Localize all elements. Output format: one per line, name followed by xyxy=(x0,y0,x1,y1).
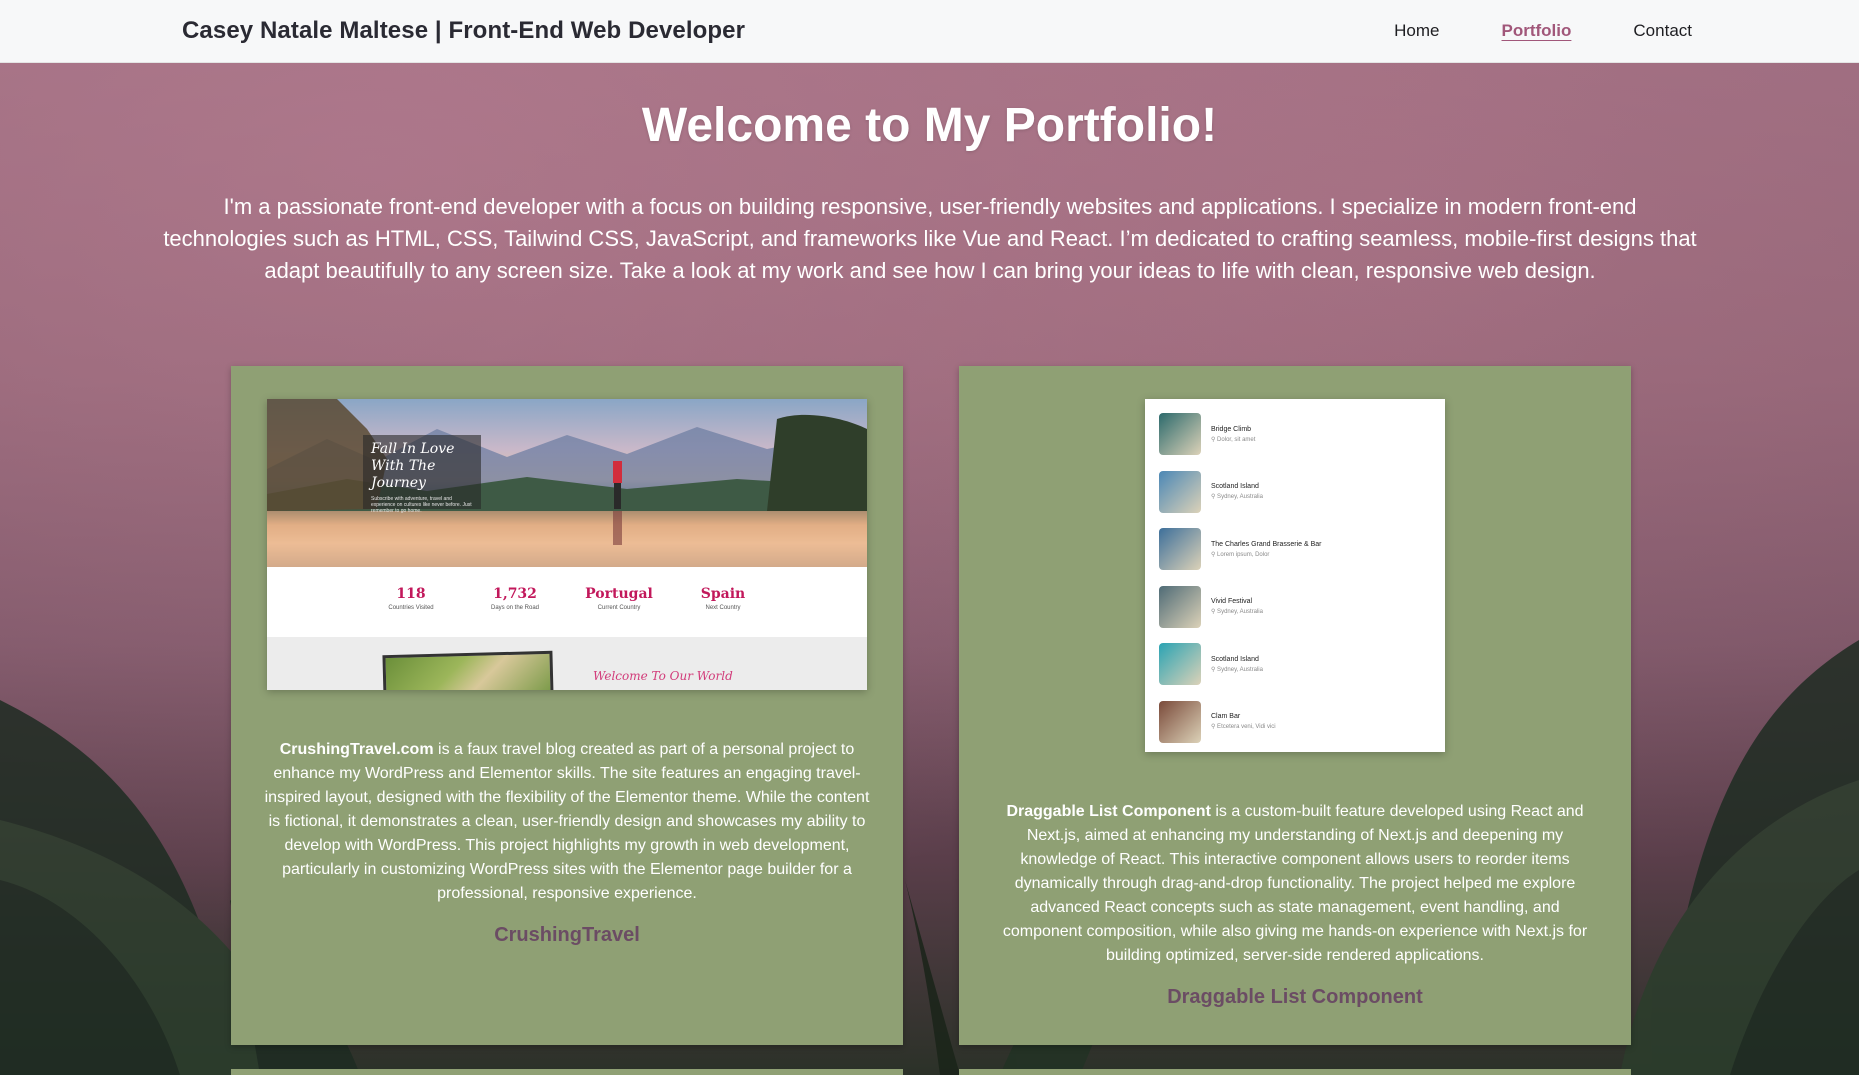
top-navbar: Casey Natale Maltese | Front-End Web Dev… xyxy=(0,0,1859,63)
intro-text: I'm a passionate front-end developer wit… xyxy=(163,194,1697,283)
list-item-location: ⚲ Lorem ipsum, Dolor xyxy=(1211,551,1270,558)
nav-link-portfolio[interactable]: Portfolio xyxy=(1502,21,1572,41)
draggable-list-item[interactable]: Bridge Climb ⚲ Dolor, sit amet xyxy=(1159,413,1429,455)
draggable-list-item[interactable]: Scotland Island ⚲ Sydney, Australia xyxy=(1159,643,1429,685)
stat-next-country: Spain Next Country xyxy=(700,586,746,611)
project-description-text: is a faux travel blog created as part of… xyxy=(264,741,870,902)
project-description: CrushingTravel.com is a faux travel blog… xyxy=(263,738,871,906)
list-item-location: ⚲ Sydney, Australia xyxy=(1211,494,1263,500)
crushingtravel-preview-image[interactable]: Fall In Love With The Journey Subscribe … xyxy=(267,399,867,690)
list-item-name: Scotland Island xyxy=(1211,483,1259,490)
stat-countries: 118 Countries Visited xyxy=(388,586,434,611)
list-item-name: Vivid Festival xyxy=(1211,598,1253,605)
next-project-card-edge xyxy=(231,1069,903,1075)
site-brand[interactable]: Casey Natale Maltese | Front-End Web Dev… xyxy=(182,17,745,45)
mountains-illustration xyxy=(267,399,867,567)
welcome-heading: Welcome To Our World xyxy=(593,669,733,683)
project-card-crushingtravel: Fall In Love With The Journey Subscribe … xyxy=(231,366,903,1045)
list-item-name: Bridge Climb xyxy=(1211,425,1252,433)
travel-photo xyxy=(382,650,554,690)
list-item-thumbnail xyxy=(1159,643,1201,685)
list-item-thumbnail xyxy=(1159,470,1201,513)
draggable-list-item[interactable]: Scotland Island ⚲ Sydney, Australia xyxy=(1159,470,1429,513)
travel-hero-caption: Fall In Love With The Journey Subscribe … xyxy=(363,435,481,514)
next-project-card-edge xyxy=(959,1069,1631,1075)
nav-link-contact[interactable]: Contact xyxy=(1633,21,1692,41)
list-item-name: Clam Bar xyxy=(1211,713,1241,720)
project-name-bold: CrushingTravel.com xyxy=(279,741,434,758)
travel-welcome-section: Welcome To Our World xyxy=(267,637,867,690)
list-item-location: ⚲ Sydney, Australia xyxy=(1211,666,1263,673)
list-item-location: ⚲ Etcetera veni, Vidi vici xyxy=(1211,724,1276,730)
list-item-thumbnail xyxy=(1159,585,1201,628)
list-item-name: The Charles Grand Brasserie & Bar xyxy=(1211,540,1322,548)
draggable-list-item[interactable]: Clam Bar ⚲ Etcetera veni, Vidi vici xyxy=(1159,700,1429,743)
list-item-thumbnail xyxy=(1159,700,1201,743)
project-description: Draggable List Component is a custom-bui… xyxy=(991,800,1599,968)
project-description-text: is a custom-built feature developed usin… xyxy=(1002,803,1588,964)
project-link-draggable-list[interactable]: Draggable List Component xyxy=(959,986,1631,1009)
stat-current-country: Portugal Current Country xyxy=(585,586,653,611)
main-nav: Home Portfolio Contact xyxy=(1394,21,1692,41)
list-item-location: ⚲ Sydney, Australia xyxy=(1211,609,1263,615)
nav-link-home[interactable]: Home xyxy=(1394,21,1439,41)
travel-stats: 118 Countries Visited 1,732 Days on the … xyxy=(267,567,867,637)
draggable-list-item[interactable]: The Charles Grand Brasserie & Bar ⚲ Lorem… xyxy=(1159,528,1429,570)
list-item-thumbnail xyxy=(1159,528,1201,570)
list-item-name: Scotland Island xyxy=(1211,655,1259,663)
draggable-list-item[interactable]: Vivid Festival ⚲ Sydney, Australia xyxy=(1159,585,1429,628)
list-item-thumbnail xyxy=(1159,413,1201,455)
project-card-draggable-list: Bridge Climb ⚲ Dolor, sit amet Scotland Is… xyxy=(959,366,1631,1045)
draggable-list-preview-image[interactable]: Bridge Climb ⚲ Dolor, sit amet Scotland Is… xyxy=(1145,399,1445,752)
stat-days: 1,732 Days on the Road xyxy=(490,586,540,611)
project-name-bold: Draggable List Component xyxy=(1006,803,1211,820)
list-item-location: ⚲ Dolor, sit amet xyxy=(1211,436,1256,443)
project-link-crushingtravel[interactable]: CrushingTravel xyxy=(231,924,903,947)
page-title: Welcome to My Portfolio! xyxy=(641,99,1218,152)
